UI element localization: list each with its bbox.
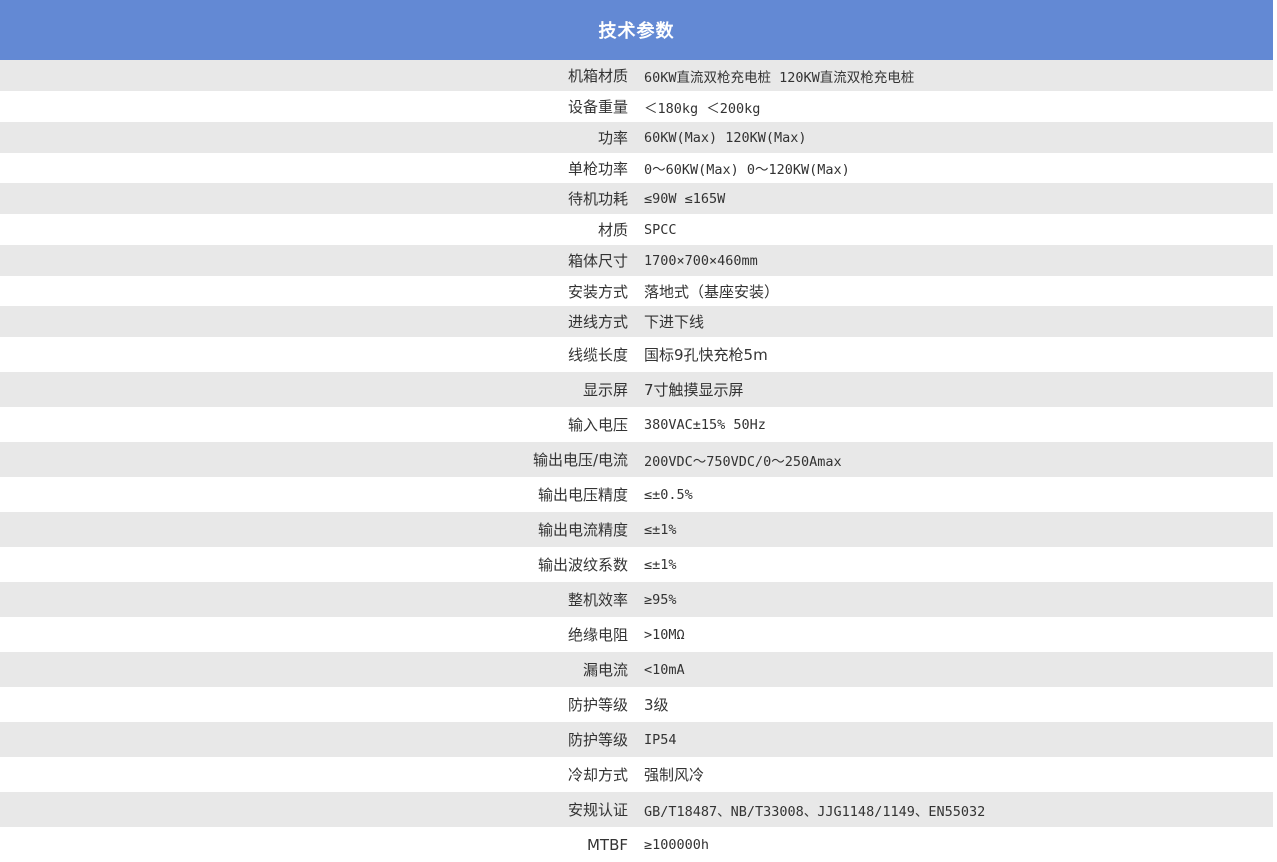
- table-row: 显示屏 7寸触摸显示屏: [0, 372, 1273, 407]
- table-row: 箱体尺寸 1700×700×460mm: [0, 245, 1273, 276]
- table-row: 漏电流 <10mA: [0, 652, 1273, 687]
- table-row: 输入电压 380VAC±15% 50Hz: [0, 407, 1273, 442]
- row-value: 200VDC～750VDC/0～250Amax: [644, 453, 842, 470]
- table-row: 输出电压精度 ≤±0.5%: [0, 477, 1273, 512]
- table-row: 整机效率 ≥95%: [0, 582, 1273, 617]
- row-label: 漏电流: [582, 661, 628, 679]
- table-row: 线缆长度 国标9孔快充枪5m: [0, 337, 1273, 372]
- row-value: 380VAC±15% 50Hz: [644, 416, 766, 433]
- row-value: IP54: [644, 731, 677, 748]
- row-value: 60KW(Max) 120KW(Max): [644, 129, 807, 146]
- row-label: 整机效率: [567, 591, 628, 609]
- table-row: 进线方式 下进下线: [0, 306, 1273, 337]
- row-label: 功率: [597, 129, 628, 147]
- row-value: 3级: [644, 696, 669, 714]
- row-label: 线缆长度: [567, 346, 628, 364]
- table-row: 功率 60KW(Max) 120KW(Max): [0, 122, 1273, 153]
- row-value: 1700×700×460mm: [644, 252, 758, 269]
- row-value: ≥100000h: [644, 836, 710, 853]
- row-label: 进线方式: [567, 313, 628, 331]
- table-row: 安规认证 GB/T18487、NB/T33008、JJG1148/1149、EN5…: [0, 792, 1273, 827]
- row-label: 材质: [597, 221, 628, 239]
- row-label: 输出电流精度: [537, 521, 628, 539]
- table-row: 输出电流精度 ≤±1%: [0, 512, 1273, 547]
- row-label: 显示屏: [582, 381, 628, 399]
- table-row: 待机功耗 ≤90W ≤165W: [0, 183, 1273, 214]
- row-value: GB/T18487、NB/T33008、JJG1148/1149、EN55032: [644, 803, 986, 820]
- table-row: 机箱材质 60KW直流双枪充电桩 120KW直流双枪充电桩: [0, 60, 1273, 91]
- row-label: 输出电压/电流: [532, 451, 628, 469]
- table-header: 技术参数: [0, 0, 1273, 60]
- row-value: 0～60KW(Max) 0～120KW(Max): [644, 162, 850, 178]
- row-label: 防护等级: [567, 696, 628, 714]
- table-row: 材质 SPCC: [0, 214, 1273, 245]
- table-row: 输出波纹系数 ≤±1%: [0, 547, 1273, 582]
- table-row: 绝缘电阻 >10MΩ: [0, 617, 1273, 652]
- row-value: >10MΩ: [644, 626, 685, 643]
- row-label: 输出波纹系数: [537, 556, 628, 574]
- row-value: 下进下线: [644, 313, 705, 331]
- table-row: 设备重量 ＜180kg ＜200kg: [0, 91, 1273, 122]
- row-value: 国标9孔快充枪5m: [644, 346, 768, 364]
- row-label: 安规认证: [567, 801, 628, 819]
- row-value: ≤±0.5%: [644, 486, 693, 503]
- row-label: 机箱材质: [567, 67, 628, 85]
- row-value: 落地式（基座安装）: [644, 282, 780, 301]
- row-label: 输出电压精度: [537, 486, 628, 504]
- row-value: ＜180kg ＜200kg: [644, 100, 761, 117]
- row-label: 设备重量: [567, 98, 628, 116]
- table-row: 输出电压/电流 200VDC～750VDC/0～250Amax: [0, 442, 1273, 477]
- row-value: ≥95%: [644, 591, 677, 608]
- table-title: 技术参数: [598, 21, 675, 42]
- row-value: 7寸触摸显示屏: [644, 381, 744, 399]
- table-row: MTBF ≥100000h: [0, 827, 1273, 862]
- row-label: 箱体尺寸: [567, 252, 628, 270]
- row-value: ≤90W ≤165W: [644, 190, 726, 207]
- table-row: 安装方式 落地式（基座安装）: [0, 276, 1273, 306]
- table-row: 冷却方式 强制风冷: [0, 757, 1273, 792]
- row-label: 绝缘电阻: [567, 626, 628, 644]
- spec-table: 机箱材质 60KW直流双枪充电桩 120KW直流双枪充电桩 设备重量 ＜180kg …: [0, 60, 1273, 862]
- row-label: MTBF: [586, 835, 628, 854]
- row-label: 安装方式: [567, 282, 628, 301]
- row-label: 单枪功率: [567, 159, 628, 178]
- row-label: 防护等级: [567, 731, 628, 749]
- row-value: 60KW直流双枪充电桩 120KW直流双枪充电桩: [644, 69, 915, 86]
- table-row: 单枪功率 0～60KW(Max) 0～120KW(Max): [0, 153, 1273, 183]
- table-row: 防护等级 IP54: [0, 722, 1273, 757]
- row-label: 输入电压: [567, 416, 628, 434]
- row-label: 冷却方式: [567, 766, 628, 784]
- row-value: ≤±1%: [644, 556, 677, 573]
- row-value: 强制风冷: [644, 766, 705, 784]
- row-value: SPCC: [644, 221, 677, 238]
- table-row: 防护等级 3级: [0, 687, 1273, 722]
- row-label: 待机功耗: [567, 190, 628, 208]
- row-value: <10mA: [644, 661, 685, 678]
- row-value: ≤±1%: [644, 521, 677, 538]
